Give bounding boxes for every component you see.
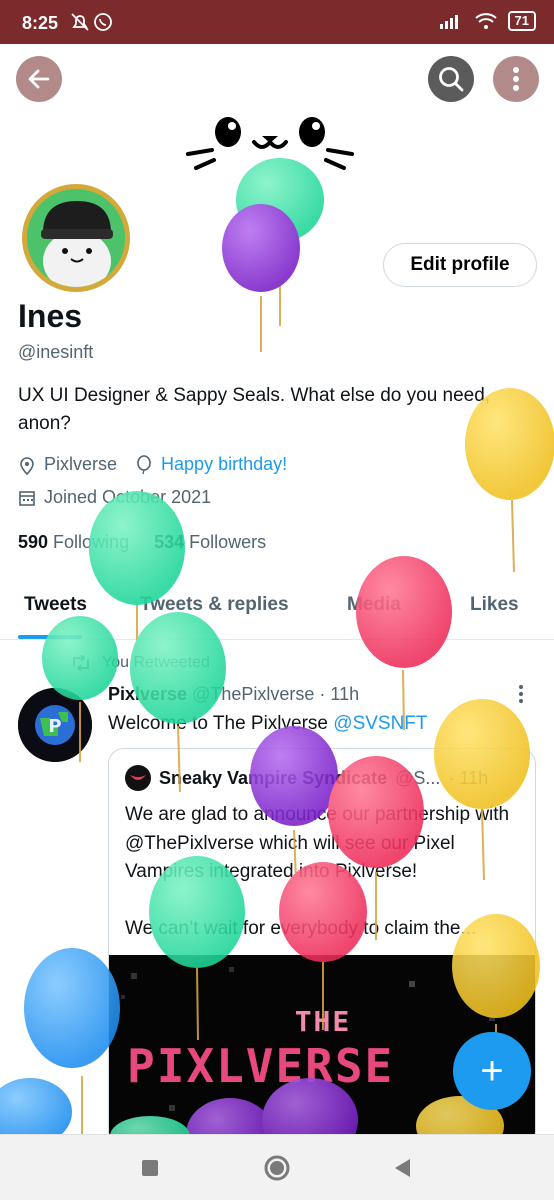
profile-joined: Joined October 2021: [44, 487, 212, 507]
balloon-purple: [222, 204, 300, 292]
tab-media[interactable]: Media: [347, 594, 401, 616]
vampire-avatar-icon: [125, 765, 151, 791]
compose-plus-icon: +: [480, 1048, 504, 1093]
profile-handle: @inesinft: [18, 342, 94, 362]
quoted-tweet-text: We are glad to announce our partnership …: [125, 801, 525, 943]
svg-text:P: P: [48, 716, 61, 737]
home-button[interactable]: [263, 1151, 291, 1190]
profile-tabs: Tweets Tweets & replies Media Likes: [0, 584, 554, 640]
tweet-author-handle: @ThePixlverse: [192, 684, 315, 704]
followers-label: Followers: [184, 532, 267, 552]
balloon-blue: [24, 948, 120, 1068]
retweet-icon: [73, 655, 89, 671]
triangle-back-icon: [395, 1159, 410, 1177]
followers-link[interactable]: 534 Followers: [154, 532, 266, 552]
arrow-left-icon: [28, 69, 50, 89]
quoted-tweet-header: Sneaky Vampire Syndicate @S... · 11h: [125, 765, 488, 791]
balloon-icon: [137, 454, 151, 474]
profile-bio: UX UI Designer & Sappy Seals. What else …: [18, 385, 491, 434]
quoted-author-handle: @S...: [395, 767, 441, 788]
following-link[interactable]: 590 Following: [18, 532, 129, 552]
wifi-icon: [474, 13, 497, 29]
mute-bell-icon: [71, 13, 112, 31]
more-vertical-icon: [513, 67, 519, 91]
status-time: 8:25: [22, 13, 59, 33]
tab-likes[interactable]: Likes: [470, 594, 519, 616]
quoted-tweet-time: · 11h: [448, 767, 489, 788]
retweet-label: You Retweeted: [102, 654, 210, 671]
follow-stats: 590 Following 534 Followers: [18, 532, 266, 553]
tweet-body: Welcome to The Pixlverse: [108, 713, 334, 734]
seal-face-banner: [186, 117, 354, 170]
more-vertical-icon: [519, 685, 523, 703]
following-label: Following: [48, 532, 130, 552]
calendar-icon: [19, 490, 35, 506]
square-icon: [142, 1160, 158, 1176]
signal-icon: [439, 15, 458, 29]
tweet-header: Pixlverse @ThePixlverse · 11h: [108, 684, 359, 705]
followers-count: 534: [154, 532, 185, 552]
more-options-button[interactable]: [493, 56, 539, 102]
birthday-link[interactable]: Happy birthday!: [161, 454, 287, 475]
tweet-author-avatar[interactable]: P: [18, 688, 92, 762]
quoted-author-name: Sneaky Vampire Syndicate: [159, 767, 388, 788]
location-pin-icon: [20, 456, 34, 475]
system-navigation-bar: [0, 1134, 554, 1200]
profile-location: Pixlverse: [44, 454, 118, 474]
tweet-time: · 11h: [319, 684, 360, 704]
edit-profile-button[interactable]: Edit profile: [383, 243, 537, 287]
profile-joined-row: Joined October 2021: [18, 487, 211, 508]
image-title-the: THE: [294, 1005, 352, 1038]
tweet-author-name[interactable]: Pixlverse: [108, 684, 187, 704]
notification-icons: [70, 12, 114, 37]
tweet-more-button[interactable]: [518, 684, 524, 710]
active-tab-indicator: [18, 635, 82, 639]
recent-apps-button[interactable]: [140, 1151, 160, 1190]
pixlverse-logo-image: P: [18, 688, 92, 762]
quoted-text-paragraph-1: We are glad to announce our partnership …: [125, 804, 510, 882]
search-icon: [439, 67, 464, 92]
tab-tweets[interactable]: Tweets: [24, 594, 87, 616]
seal-avatar-image: [27, 189, 125, 287]
back-button[interactable]: [16, 56, 62, 102]
profile-name: Ines: [18, 298, 83, 334]
tweet-text: Welcome to The Pixlverse @SVSNFT: [108, 713, 428, 735]
status-right-icons: 71: [438, 11, 536, 31]
tweet-mention[interactable]: @SVSNFT: [333, 713, 427, 734]
battery-indicator: 71: [507, 11, 536, 31]
profile-meta-location-birthday: Pixlverse Happy birthday!: [18, 454, 287, 475]
back-nav-button[interactable]: [392, 1151, 412, 1190]
circle-icon: [264, 1155, 290, 1181]
profile-avatar[interactable]: [22, 184, 130, 292]
status-bar: 8:25 71: [0, 0, 554, 44]
image-title-pixlverse: PIXLVERSE: [127, 1039, 395, 1093]
compose-tweet-button[interactable]: +: [453, 1032, 531, 1110]
quoted-text-paragraph-2: We can’t wait for everybody to claim the…: [125, 917, 477, 939]
search-button[interactable]: [428, 56, 474, 102]
retweet-context: You Retweeted: [70, 654, 210, 672]
following-count: 590: [18, 532, 49, 552]
tab-tweets-replies[interactable]: Tweets & replies: [140, 594, 289, 616]
